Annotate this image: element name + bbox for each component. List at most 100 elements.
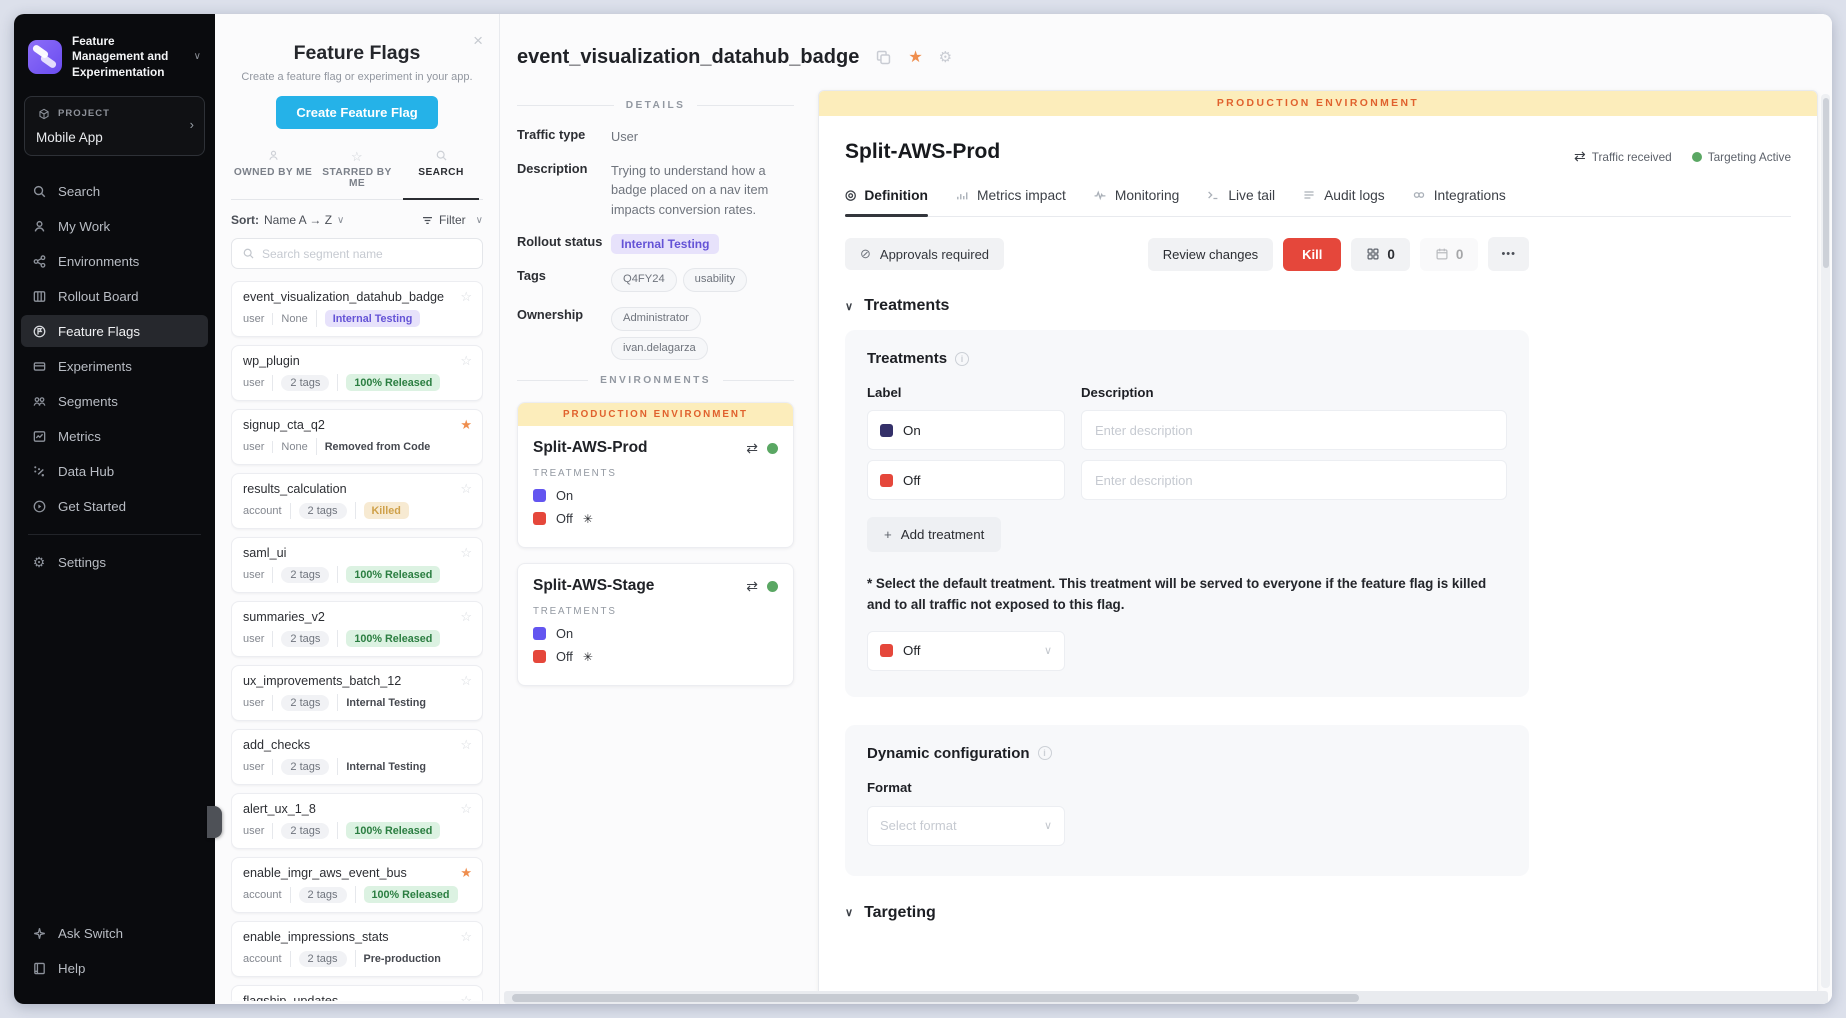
sidebar-item-experiments[interactable]: Experiments: [21, 350, 208, 382]
list-item[interactable]: summaries_v2 user2 tags100% Released ☆: [231, 601, 483, 657]
treatment-color-off: [533, 512, 546, 525]
list-item[interactable]: alert_ux_1_8 user2 tags100% Released ☆: [231, 793, 483, 849]
approval-circle-icon: ⊘: [860, 246, 871, 262]
star-icon[interactable]: ☆: [460, 801, 472, 817]
environment-name: Split-AWS-Stage: [533, 577, 654, 595]
dynamic-config-title: Dynamic configuration: [867, 745, 1030, 762]
treatment-row: Off: [867, 460, 1507, 500]
sidebar-item-feature-flags[interactable]: Feature Flags: [21, 315, 208, 347]
tab-audit-logs[interactable]: Audit logs: [1302, 187, 1385, 216]
flag-search-input[interactable]: [262, 247, 472, 261]
green-dot-icon: [1692, 152, 1702, 162]
sidebar-item-metrics[interactable]: Metrics: [21, 420, 208, 452]
sidebar-item-get-started[interactable]: Get Started: [21, 490, 208, 522]
environment-name: Split-AWS-Prod: [533, 439, 648, 457]
environment-card-prod[interactable]: PRODUCTION ENVIRONMENT Split-AWS-Prod ⇄ …: [517, 402, 794, 548]
star-icon[interactable]: ☆: [460, 289, 472, 305]
list-item[interactable]: enable_imgr_aws_event_bus account2 tags1…: [231, 857, 483, 913]
panel-collapse-handle[interactable]: [207, 806, 222, 838]
list-item[interactable]: results_calculation account2 tagsKilled …: [231, 473, 483, 529]
horizontal-scrollbar[interactable]: [504, 991, 1828, 1004]
approvals-required-chip[interactable]: ⊘ Approvals required: [845, 238, 1004, 270]
horizontal-scrollbar-thumb[interactable]: [512, 994, 1359, 1002]
treatment-description-input[interactable]: [1081, 410, 1507, 450]
chevron-down-icon: ∨: [194, 51, 201, 62]
sidebar-item-environments[interactable]: Environments: [21, 245, 208, 277]
feature-flags-panel: × Feature Flags Create a feature flag or…: [215, 14, 500, 1004]
list-item[interactable]: add_checks user2 tagsInternal Testing ☆: [231, 729, 483, 785]
copy-icon[interactable]: [875, 49, 892, 66]
sidebar-item-settings[interactable]: ⚙ Settings: [21, 546, 208, 578]
environment-card-stage[interactable]: Split-AWS-Stage ⇄ TREATMENTS On Off✳: [517, 563, 794, 686]
add-treatment-button[interactable]: + Add treatment: [867, 517, 1001, 552]
more-options-button[interactable]: •••: [1488, 237, 1529, 271]
treatments-label: TREATMENTS: [533, 606, 778, 617]
tab-definition[interactable]: ◎ Definition: [845, 187, 928, 216]
tab-integrations[interactable]: Integrations: [1412, 187, 1506, 216]
format-select[interactable]: Select format ∨: [867, 806, 1065, 846]
sidebar-item-search[interactable]: Search: [21, 175, 208, 207]
workspace-switcher[interactable]: Feature Management and Experimentation ∨: [14, 30, 215, 96]
environment-detail-panel: PRODUCTION ENVIRONMENT Split-AWS-Prod ⇄ …: [818, 90, 1818, 1004]
sidebar-item-help[interactable]: Help: [21, 953, 208, 985]
tab-search[interactable]: SEARCH: [399, 147, 483, 199]
schedule-count-button[interactable]: 0: [1420, 238, 1479, 271]
star-icon[interactable]: ☆: [460, 993, 472, 1001]
list-item[interactable]: flagship_updates account2 tagsKilled ☆: [231, 985, 483, 1001]
tags-label: Tags: [517, 268, 611, 292]
star-icon[interactable]: ☆: [460, 609, 472, 625]
status-badge: Internal Testing: [325, 310, 421, 327]
chevron-down-icon: ∨: [845, 906, 853, 919]
vertical-scrollbar-thumb[interactable]: [1823, 98, 1829, 268]
traffic-type-value: User: [611, 127, 794, 146]
sidebar-item-rollout-board[interactable]: Rollout Board: [21, 280, 208, 312]
star-icon[interactable]: ☆: [460, 929, 472, 945]
list-item[interactable]: ux_improvements_batch_12 user2 tagsInter…: [231, 665, 483, 721]
status-badge: 100% Released: [346, 822, 440, 839]
sidebar-item-data-hub[interactable]: Data Hub: [21, 455, 208, 487]
star-icon[interactable]: ★: [908, 47, 922, 67]
tab-owned-by-me[interactable]: OWNED BY ME: [231, 147, 315, 199]
star-icon[interactable]: ☆: [460, 545, 472, 561]
project-selector[interactable]: PROJECT Mobile App ›: [24, 96, 205, 156]
treatments-section-header[interactable]: ∨ Treatments: [845, 297, 1791, 315]
filter-button[interactable]: Filter ∨: [421, 213, 483, 227]
tab-monitoring[interactable]: Monitoring: [1093, 187, 1179, 216]
search-icon: [31, 183, 47, 199]
list-item[interactable]: enable_impressions_stats account2 tagsPr…: [231, 921, 483, 977]
create-feature-flag-button[interactable]: Create Feature Flag: [276, 96, 437, 129]
tab-live-tail[interactable]: Live tail: [1206, 187, 1275, 216]
kill-button[interactable]: Kill: [1283, 238, 1341, 271]
close-icon[interactable]: ×: [473, 32, 483, 49]
list-item[interactable]: wp_plugin user2 tags100% Released ☆: [231, 345, 483, 401]
star-icon[interactable]: ☆: [460, 737, 472, 753]
list-item[interactable]: event_visualization_datahub_badge userNo…: [231, 281, 483, 337]
treatment-label-input[interactable]: Off: [867, 460, 1065, 500]
default-treatment-select[interactable]: Off ∨: [867, 631, 1065, 671]
integration-icon: [1412, 188, 1426, 202]
sidebar-item-ask-switch[interactable]: Ask Switch: [21, 918, 208, 950]
status-badge: Killed: [364, 502, 409, 519]
sort-value[interactable]: Name A → Z: [264, 213, 332, 227]
star-icon[interactable]: ★: [460, 865, 472, 881]
status-badge: 100% Released: [364, 886, 458, 903]
review-changes-button[interactable]: Review changes: [1148, 238, 1273, 271]
segments-count-button[interactable]: 0: [1351, 238, 1410, 271]
star-icon[interactable]: ★: [460, 417, 472, 433]
treatment-description-input[interactable]: [1081, 460, 1507, 500]
list-item[interactable]: saml_ui user2 tags100% Released ☆: [231, 537, 483, 593]
targeting-section-header[interactable]: ∨ Targeting: [845, 904, 1791, 922]
gear-icon[interactable]: ⚙: [939, 48, 952, 66]
bars-icon: [955, 188, 969, 202]
treatment-label-input[interactable]: On: [867, 410, 1065, 450]
star-icon[interactable]: ☆: [460, 353, 472, 369]
sidebar-item-segments[interactable]: Segments: [21, 385, 208, 417]
star-icon[interactable]: ☆: [460, 481, 472, 497]
list-item[interactable]: signup_cta_q2 userNoneRemoved from Code …: [231, 409, 483, 465]
default-treatment-icon: ✳: [583, 650, 593, 664]
tab-starred-by-me[interactable]: ☆ STARRED BY ME: [315, 147, 399, 199]
sidebar-item-my-work[interactable]: My Work: [21, 210, 208, 242]
star-icon[interactable]: ☆: [460, 673, 472, 689]
vertical-scrollbar[interactable]: [1821, 94, 1830, 988]
tab-metrics-impact[interactable]: Metrics impact: [955, 187, 1066, 216]
